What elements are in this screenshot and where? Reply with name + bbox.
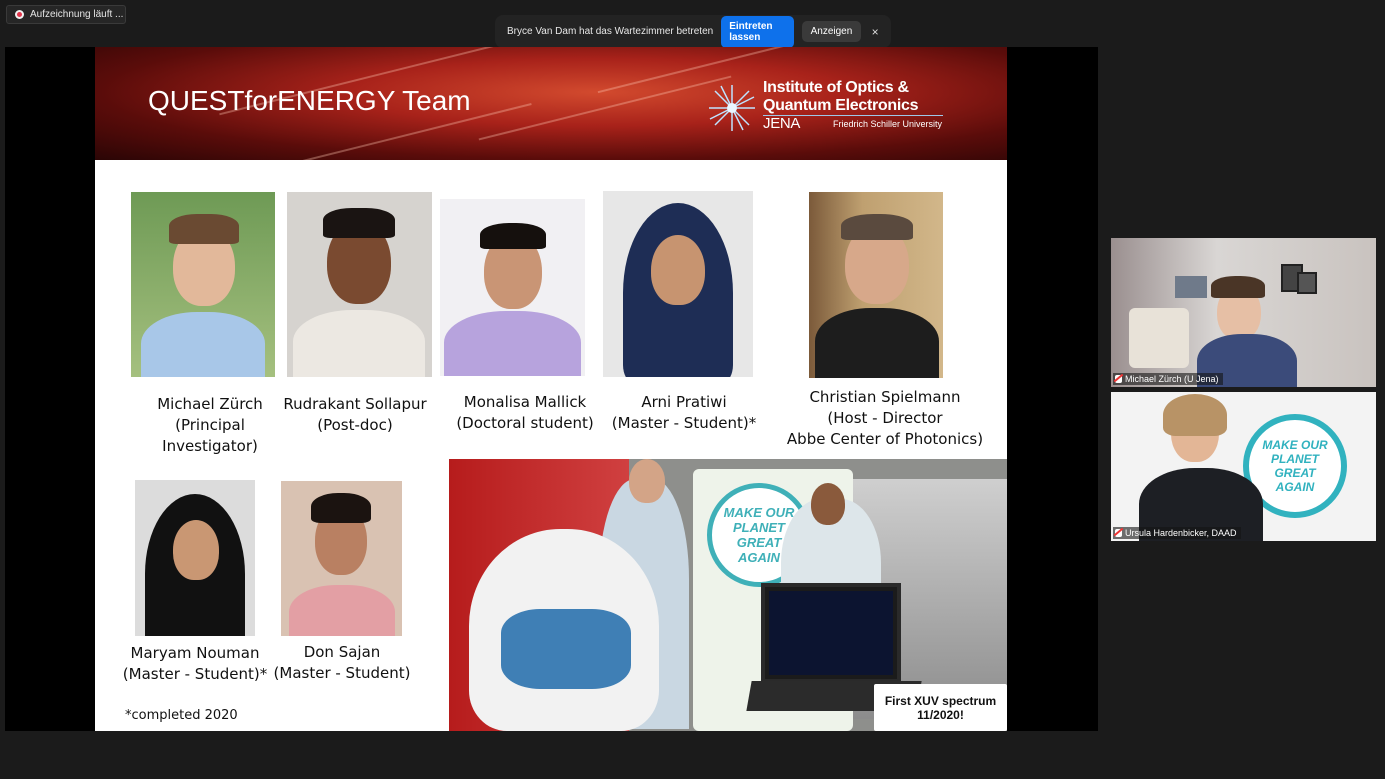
waiting-room-notification: Bryce Van Dam hat das Wartezimmer betret… [495, 15, 891, 48]
recording-label: Aufzeichnung läuft ... [30, 9, 124, 20]
photo-don-sajan [281, 481, 402, 636]
caption-michael-zurch: Michael Zürch (Principal Investigator) [157, 395, 263, 455]
caption-arni-pratiwi: Arni Pratiwi (Master - Student)* [611, 393, 757, 432]
participant-name-2: Ursula Hardenbicker, DAAD [1113, 527, 1241, 539]
admit-button[interactable]: Eintreten lassen [721, 15, 794, 48]
participant-tile-1[interactable]: Michael Zürch (U Jena) [1111, 238, 1376, 387]
photo-maryam-nouman [135, 480, 255, 636]
waiting-room-message: Bryce Van Dam hat das Wartezimmer betret… [507, 26, 714, 37]
recording-icon [15, 10, 24, 19]
mic-muted-icon [1115, 529, 1122, 537]
photo-christian-spielmann [809, 192, 943, 378]
view-button[interactable]: Anzeigen [801, 21, 862, 42]
footnote: *completed 2020 [125, 708, 238, 723]
slide-banner: QUESTforENERGY Team Institute of Optics … [95, 47, 1007, 160]
slide-title: QUESTforENERGY Team [148, 85, 471, 116]
recording-indicator[interactable]: Aufzeichnung läuft ... [6, 5, 126, 24]
logo-line-1: Institute of Optics & [763, 79, 909, 96]
photo-arni-pratiwi [603, 191, 753, 377]
presentation-slide: QUESTforENERGY Team Institute of Optics … [95, 47, 1007, 731]
institute-logo: Institute of Optics & Quantum Electronic… [707, 79, 947, 135]
photo-michael-zurch [131, 192, 275, 377]
photo-monalisa-mallick [440, 199, 585, 376]
participant-name-1: Michael Zürch (U Jena) [1113, 373, 1223, 385]
mic-muted-icon [1115, 375, 1122, 383]
caption-christian-spielmann: Christian Spielmann (Host - Director Abb… [786, 388, 984, 448]
lab-photo: MAKE OUR PLANET GREAT AGAIN First XUV sp… [449, 459, 1007, 731]
close-icon[interactable]: × [869, 25, 881, 39]
photo-rudrakant-sollapur [287, 192, 432, 377]
caption-monalisa-mallick: Monalisa Mallick (Doctoral student) [456, 393, 594, 432]
caption-rudrakant-sollapur: Rudrakant Sollapur (Post-doc) [283, 395, 427, 434]
xuv-callout: First XUV spectrum 11/2020! [874, 684, 1007, 731]
star-burst-icon [709, 85, 755, 131]
caption-don-sajan: Don Sajan (Master - Student) [273, 643, 411, 682]
participant-tile-2[interactable]: MAKE OUR PLANET GREAT AGAIN Ursula Harde… [1111, 392, 1376, 541]
caption-maryam-nouman: Maryam Nouman (Master - Student)* [122, 644, 268, 683]
logo-line-3: Friedrich Schiller University [833, 119, 943, 129]
